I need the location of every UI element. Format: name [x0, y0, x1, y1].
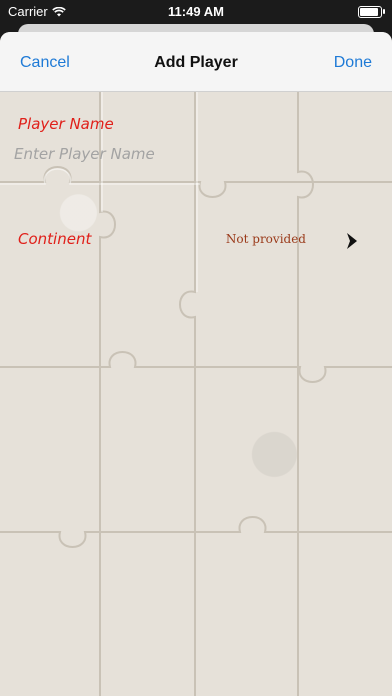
add-player-sheet: Cancel Add Player Done Player Name Not p…: [0, 32, 392, 696]
chevron-right-icon: [347, 233, 357, 249]
status-time: 11:49 AM: [168, 4, 224, 19]
player-name-input[interactable]: [14, 142, 254, 166]
continent-label: Continent: [18, 230, 92, 248]
player-name-label: Player Name: [18, 115, 114, 133]
form-content: Player Name Not provided Continent: [0, 92, 392, 696]
done-button[interactable]: Done: [334, 54, 372, 72]
puzzle-background: [0, 92, 392, 696]
continent-value: Not provided: [225, 232, 306, 246]
navigation-bar: Cancel Add Player Done: [0, 32, 392, 92]
status-bar: Carrier 11:49 AM: [0, 0, 392, 24]
battery-icon: [358, 6, 385, 18]
